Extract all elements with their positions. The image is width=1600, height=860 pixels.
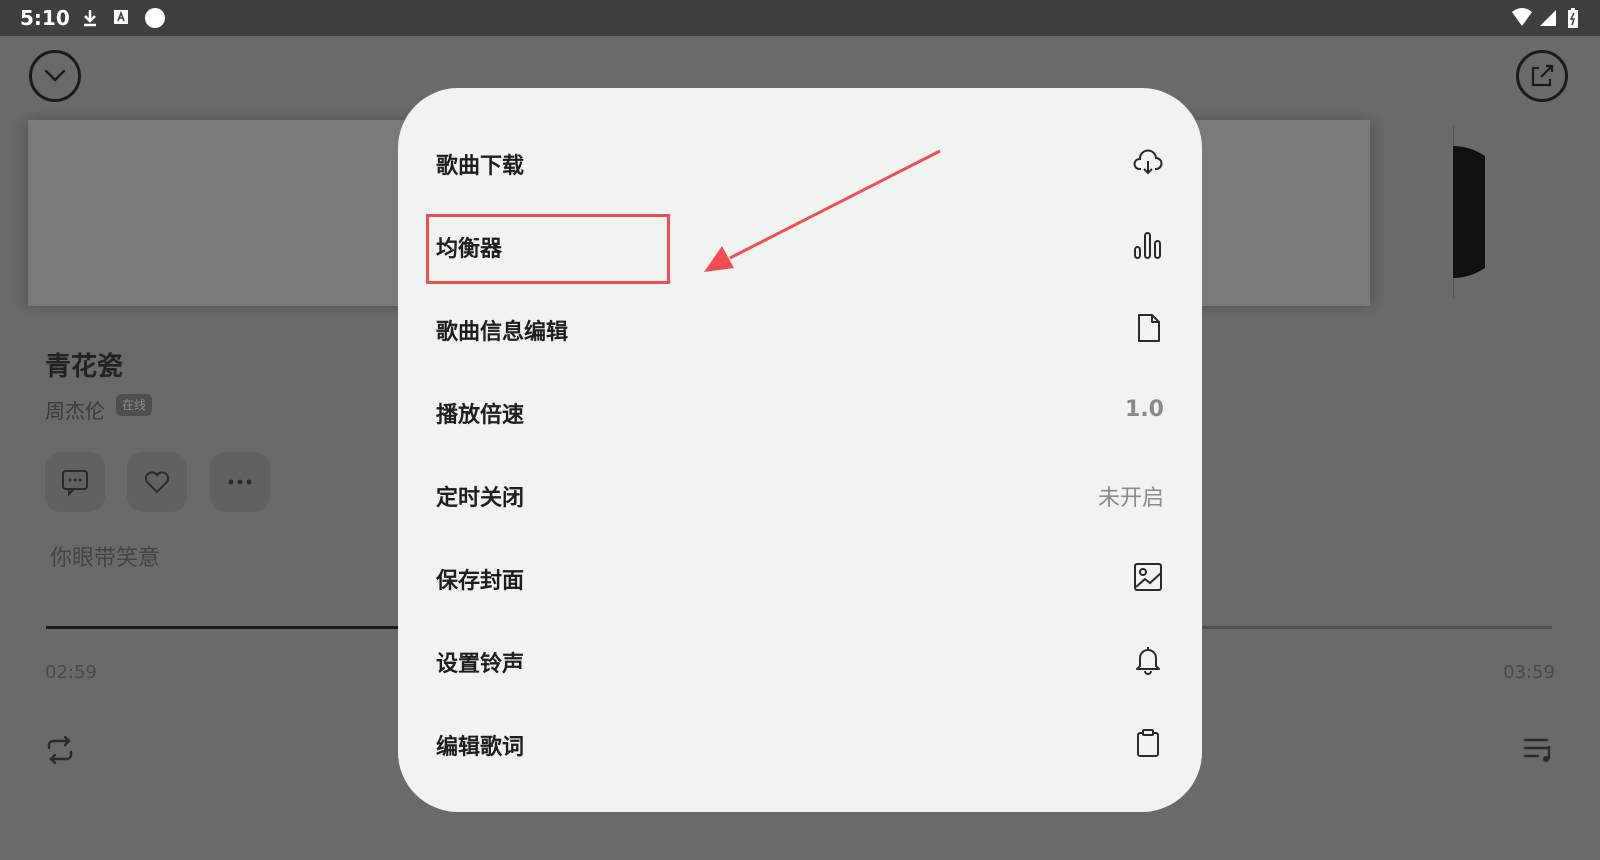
menu-item-playback-speed[interactable]: 播放倍速 1.0 [436, 379, 1164, 443]
current-time: 02:59 [45, 662, 97, 683]
comment-icon [62, 470, 88, 496]
repeat-icon[interactable] [44, 734, 76, 766]
song-title: 青花瓷 [45, 352, 124, 382]
more-dots-icon [228, 479, 252, 485]
online-badge: 在线 [116, 394, 153, 416]
equalizer-icon [1134, 232, 1161, 259]
menu-item-label: 保存封面 [436, 569, 525, 594]
battery-icon [1568, 8, 1578, 28]
menu-item-label: 歌曲下载 [436, 154, 525, 179]
download-status-icon [84, 10, 96, 27]
menu-item-label: 播放倍速 [436, 403, 525, 428]
progress-fill [46, 626, 438, 629]
playlist-icon[interactable] [1522, 734, 1556, 766]
more-options-menu: 歌曲下载 均衡器 歌曲信息编辑 播放倍速 1.0 定时关闭 未开启 保存封面 设… [398, 88, 1202, 812]
menu-item-label: 编辑歌词 [436, 735, 525, 760]
more-button[interactable] [210, 452, 270, 512]
menu-item-label: 歌曲信息编辑 [436, 320, 569, 345]
heart-icon [144, 471, 170, 494]
collapse-button[interactable] [29, 50, 81, 102]
comment-button[interactable] [45, 452, 105, 512]
equalizer-highlight-box [426, 214, 670, 284]
share-button[interactable] [1516, 50, 1568, 102]
dot-status-icon [145, 8, 165, 28]
menu-item-edit-lyrics[interactable]: 编辑歌词 [436, 711, 1164, 775]
sleep-timer-value: 未开启 [1097, 486, 1164, 511]
menu-item-sleep-timer[interactable]: 定时关闭 未开启 [436, 462, 1164, 526]
vinyl-disc-icon [1453, 146, 1485, 278]
menu-item-set-ringtone[interactable]: 设置铃声 [436, 628, 1164, 692]
cloud-download-icon [1133, 149, 1163, 175]
menu-item-song-info-edit[interactable]: 歌曲信息编辑 [436, 296, 1164, 360]
total-time: 03:59 [1503, 662, 1555, 683]
status-time: 5:10 [20, 6, 70, 30]
lyric-line: 你眼带笑意 [50, 546, 161, 571]
signal-icon [1540, 10, 1556, 26]
wifi-icon [1512, 8, 1532, 26]
like-button[interactable] [127, 452, 187, 512]
menu-item-label: 设置铃声 [436, 652, 525, 677]
image-icon [1134, 563, 1162, 591]
keyboard-status-icon [114, 10, 128, 24]
menu-item-label: 定时关闭 [436, 486, 525, 511]
status-bar: 5:10 [0, 0, 1600, 36]
artist-name[interactable]: 周杰伦 [45, 395, 105, 424]
menu-item-download[interactable]: 歌曲下载 [436, 130, 1164, 194]
playback-speed-value: 1.0 [1125, 397, 1164, 422]
document-icon [1138, 314, 1160, 342]
bell-icon [1136, 647, 1160, 675]
clipboard-icon [1137, 729, 1159, 757]
menu-item-save-cover[interactable]: 保存封面 [436, 545, 1164, 609]
chevron-down-icon [44, 69, 66, 82]
share-icon [1531, 64, 1554, 87]
